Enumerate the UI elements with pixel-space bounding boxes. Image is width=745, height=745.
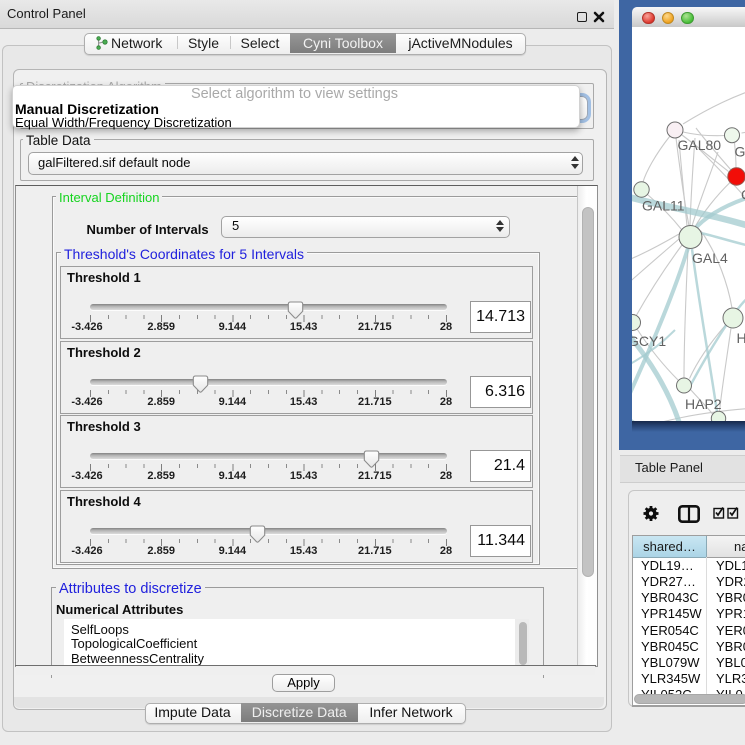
svg-text:GAL11: GAL11 (642, 198, 685, 214)
svg-text:GCY1: GCY1 (632, 333, 666, 349)
svg-text:HAP2: HAP2 (685, 396, 722, 412)
svg-text:C: C (741, 187, 745, 203)
svg-text:GAL4: GAL4 (692, 250, 728, 266)
svg-text:GAL80: GAL80 (678, 137, 722, 153)
svg-text:H: H (737, 330, 745, 346)
svg-text:GA: GA (735, 144, 745, 160)
